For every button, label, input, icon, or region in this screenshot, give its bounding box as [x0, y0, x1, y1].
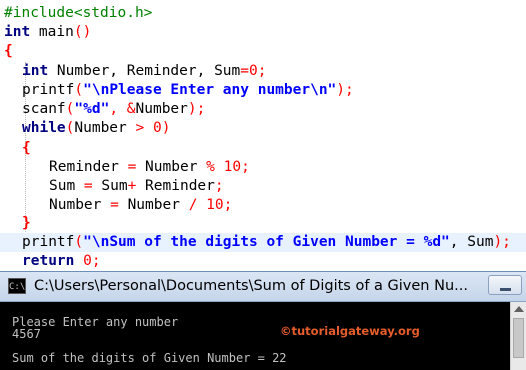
- string-literal: "\nSum of the digits of Given Number = %…: [83, 234, 450, 250]
- function-call: scanf: [22, 101, 66, 117]
- string-literal: "%d": [74, 101, 110, 117]
- code-editor[interactable]: #include<stdio.h> int main() { int Numbe…: [0, 0, 526, 270]
- comma: ,: [109, 101, 127, 117]
- function-name: main: [30, 24, 74, 40]
- parens: (): [73, 24, 92, 40]
- keyword-int: int: [22, 63, 49, 79]
- code-line-11: Number = Number / 10;: [49, 196, 232, 215]
- semicolon: ;: [223, 197, 233, 213]
- code-line-10: Sum = Sum+ Reminder;: [49, 177, 224, 196]
- open-brace: {: [4, 43, 13, 59]
- number-literal: 0: [249, 63, 258, 79]
- operator: >: [135, 120, 145, 136]
- argument: , Sum: [449, 234, 494, 250]
- console-output[interactable]: Please Enter any number 4567 Sum of the …: [0, 302, 510, 370]
- keyword-return: return: [22, 253, 75, 269]
- operator: +: [127, 178, 137, 194]
- number-literal: 10: [223, 159, 242, 175]
- function-call: printf: [22, 82, 75, 98]
- code-line-5: printf("\nPlease Enter any number\n");: [22, 81, 354, 100]
- console-scrollbar[interactable]: [510, 302, 526, 370]
- paren-close: );: [336, 82, 354, 98]
- paren-close: );: [493, 234, 511, 250]
- variable: Number: [74, 120, 136, 136]
- paren: (: [74, 82, 84, 98]
- code-line-3: {: [4, 42, 13, 61]
- number-literal: 10: [206, 197, 224, 213]
- console-line: Sum of the digits of Given Number = 22: [12, 351, 287, 365]
- preprocessor-directive: #include<stdio.h>: [4, 5, 153, 21]
- console-line: 4567: [12, 327, 41, 341]
- minimize-button[interactable]: [488, 275, 522, 295]
- code-line-4: int Number, Reminder, Sum=0;: [22, 62, 266, 81]
- console-title: C:\Users\Personal\Documents\Sum of Digit…: [34, 278, 468, 294]
- semicolon: ;: [91, 253, 101, 269]
- code-line-8: {: [22, 139, 31, 158]
- code-line-9: Reminder = Number % 10;: [49, 158, 250, 177]
- minimize-icon: [500, 288, 511, 291]
- semicolon: ;: [214, 178, 224, 194]
- variable: Number: [135, 101, 188, 117]
- operator: =: [83, 178, 93, 194]
- paren-close: );: [187, 101, 206, 117]
- semicolon: ;: [257, 63, 267, 79]
- paren-close: ): [161, 120, 171, 136]
- scroll-up-arrow-icon[interactable]: [514, 306, 524, 312]
- variable: Sum: [49, 178, 84, 194]
- variable: Reminder: [49, 159, 128, 175]
- code-line-12: }: [22, 214, 31, 233]
- function-call: printf: [22, 234, 75, 250]
- code-line-6: scanf("%d", &Number);: [22, 100, 205, 119]
- string-literal: "\nPlease Enter any number\n": [83, 82, 337, 98]
- variable: Reminder: [136, 178, 215, 194]
- semicolon: ;: [241, 159, 250, 175]
- code-line-2: int main(): [4, 23, 91, 42]
- console-title-bar[interactable]: C:\ C:\Users\Personal\Documents\Sum of D…: [0, 272, 526, 302]
- open-brace: {: [22, 140, 31, 156]
- cmd-icon: C:\: [8, 278, 26, 294]
- declarations: Number, Reminder, Sum: [48, 63, 241, 79]
- address-operator: &: [126, 101, 136, 117]
- watermark: ©tutorialgateway.org: [280, 324, 420, 338]
- variable: Number: [118, 197, 189, 213]
- scroll-thumb[interactable]: [513, 318, 524, 358]
- paren: (: [74, 234, 84, 250]
- operator: =: [240, 63, 249, 79]
- number-literal: 0: [152, 120, 162, 136]
- code-line-13: printf("\nSum of the digits of Given Num…: [22, 233, 511, 252]
- keyword-int: int: [4, 24, 31, 40]
- console-window[interactable]: C:\ C:\Users\Personal\Documents\Sum of D…: [0, 271, 526, 370]
- variable: Number: [136, 159, 207, 175]
- operator: =: [110, 197, 119, 213]
- variable: Sum: [92, 178, 128, 194]
- variable: Number: [49, 197, 111, 213]
- close-brace: }: [22, 215, 31, 231]
- code-line-14: return 0;: [22, 252, 101, 271]
- operator: =: [127, 159, 137, 175]
- operator: %: [206, 159, 215, 175]
- keyword-while: while: [22, 120, 66, 136]
- code-line-1: #include<stdio.h>: [4, 4, 152, 23]
- code-line-7: while(Number > 0): [22, 119, 170, 138]
- number-literal: 0: [83, 253, 92, 269]
